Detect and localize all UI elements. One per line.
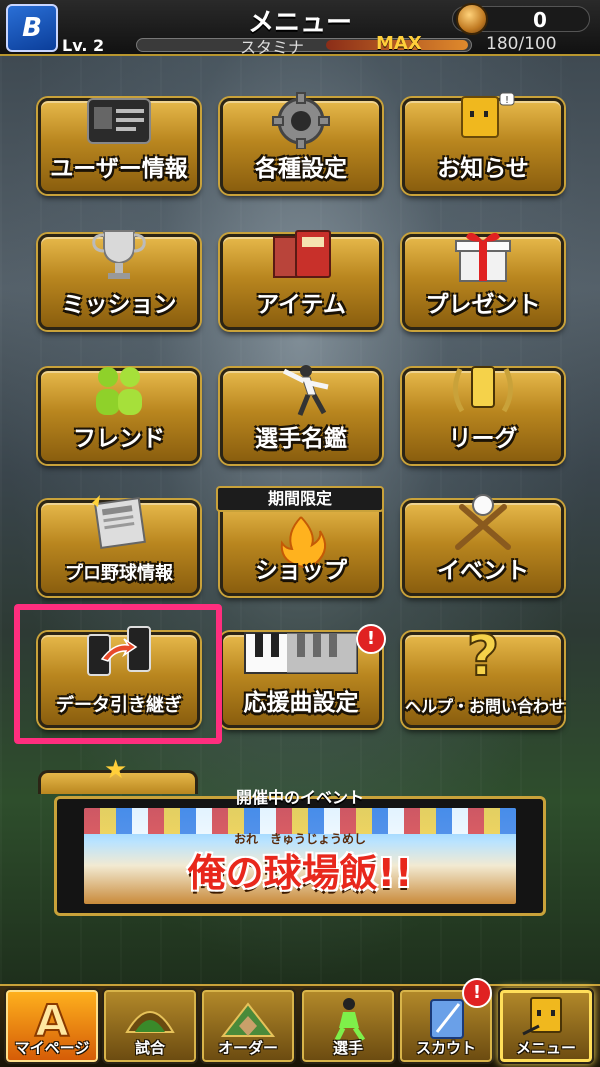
nav-scout-label: スカウト — [415, 1039, 476, 1057]
help-contact-label: ヘルプ・お問い合わせ — [405, 697, 566, 716]
nav-game-label: 試合 — [134, 1039, 165, 1057]
presents-button[interactable]: プレゼント — [402, 232, 564, 330]
shop-label: ショップ — [255, 558, 347, 584]
items-label: アイテム — [256, 292, 346, 318]
notices-button[interactable]: ! お知らせ — [402, 92, 564, 194]
scout-badge: ! — [462, 978, 492, 1008]
event-banner-title: 俺の球場飯!! — [187, 851, 413, 895]
user-info-label: ユーザー情報 — [50, 156, 188, 182]
laurel-icon — [448, 361, 518, 419]
team-logo: B — [6, 4, 58, 52]
newspaper-icon — [84, 493, 154, 551]
svg-text:A: A — [35, 996, 69, 1042]
event-panel-header: 開催中のイベント — [235, 788, 364, 807]
shop-button[interactable]: ショップ — [220, 500, 382, 596]
nav-menu-label: メニュー — [515, 1039, 576, 1057]
event-label: イベント — [437, 558, 529, 584]
crossed-bats-icon — [448, 493, 518, 551]
missions-button[interactable]: ミッション — [38, 230, 200, 330]
star-icon: ★ — [104, 755, 128, 785]
league-button[interactable]: リーグ — [402, 366, 564, 464]
svg-text:!: ! — [505, 95, 509, 106]
player-directory-label: 選手名鑑 — [255, 426, 347, 452]
friends-label: フレンド — [73, 426, 165, 452]
coin-count: 0 — [533, 8, 547, 32]
gear-icon — [266, 91, 336, 149]
settings-label: 各種設定 — [255, 156, 347, 182]
presents-label: プレゼント — [425, 292, 541, 318]
friends-button[interactable]: フレンド — [38, 367, 200, 464]
pitcher-icon — [266, 361, 336, 419]
cheer-song-badge: ! — [356, 624, 386, 654]
nav-my-page-label: マイページ — [14, 1039, 90, 1057]
friends-icon — [84, 361, 154, 419]
svg-text:?: ? — [467, 625, 499, 683]
stamina-label: スタミナ — [240, 38, 305, 57]
nav-order[interactable]: オーダー — [200, 988, 296, 1064]
settings-button[interactable]: 各種設定 — [220, 92, 382, 194]
nav-menu[interactable]: メニュー — [498, 988, 594, 1064]
nav-players[interactable]: 選手 — [300, 988, 396, 1064]
stamina-value: 180/100 — [486, 34, 557, 54]
field-icon — [220, 996, 276, 1042]
stadium-icon — [123, 996, 177, 1042]
my-page-icon: A — [25, 995, 79, 1048]
nav-players-label: 選手 — [332, 1039, 363, 1057]
nav-my-page[interactable]: A マイページ — [4, 988, 100, 1064]
mascot-icon: ! — [448, 91, 518, 149]
nav-game[interactable]: 試合 — [102, 988, 198, 1064]
menu-mascot-icon — [519, 996, 573, 1042]
user-info-button[interactable]: ユーザー情報 — [38, 98, 200, 194]
event-banner[interactable]: おれ きゅうじょうめし 俺の球場飯!! — [84, 808, 516, 904]
help-contact-button[interactable]: ? ヘルプ・お問い合わせ — [402, 625, 566, 728]
missions-label: ミッション — [61, 292, 177, 318]
piano-icon — [241, 625, 361, 683]
nav-order-label: オーダー — [217, 1039, 278, 1057]
book-icon — [266, 227, 336, 285]
coin-icon — [456, 3, 488, 35]
league-label: リーグ — [448, 426, 518, 452]
pro-baseball-info-button[interactable]: プロ野球情報 — [38, 495, 200, 596]
gift-icon — [448, 227, 518, 285]
question-mark-icon: ? — [448, 625, 518, 683]
data-transfer-highlight — [14, 604, 222, 744]
id-card-icon — [84, 91, 154, 149]
player-level: Lv. 2 — [62, 36, 105, 55]
trophy-icon — [84, 227, 154, 285]
notices-label: お知らせ — [437, 156, 529, 182]
stamina-max-label: MAX — [376, 33, 422, 54]
player-directory-button[interactable]: 選手名鑑 — [220, 365, 382, 464]
items-button[interactable]: アイテム — [220, 230, 382, 330]
event-button[interactable]: イベント — [402, 494, 564, 596]
cheer-song-settings-label: 応援曲設定 — [243, 690, 359, 716]
player-icon — [321, 996, 375, 1042]
limited-time-banner: 期間限定 — [216, 486, 384, 512]
pro-baseball-info-label: プロ野球情報 — [65, 563, 173, 584]
